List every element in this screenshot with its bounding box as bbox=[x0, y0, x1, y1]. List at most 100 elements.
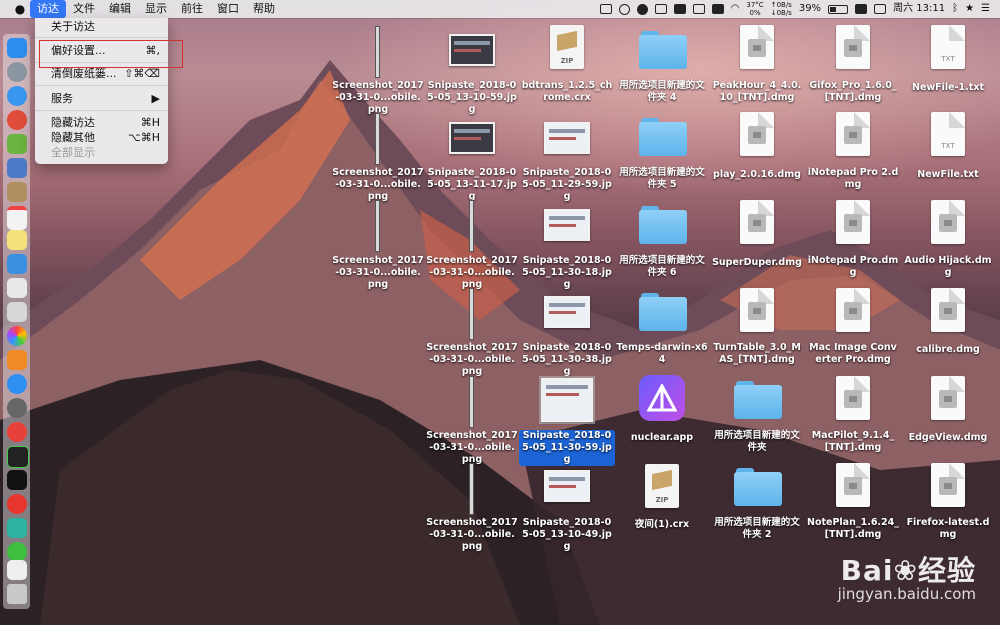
desktop-app[interactable]: nuclear.app bbox=[614, 430, 710, 444]
desktop-folder[interactable]: 用所选项目新建的文件夹 5 bbox=[614, 167, 710, 191]
system-preferences-icon[interactable] bbox=[7, 398, 27, 418]
desktop-file[interactable]: Screenshot_2017-03-31-0...obile.png bbox=[424, 342, 520, 378]
preview-icon[interactable] bbox=[7, 158, 27, 178]
bookmark-icon[interactable] bbox=[711, 4, 724, 14]
safari-icon[interactable] bbox=[7, 86, 27, 106]
desktop-folder[interactable]: 用所选项目新建的文件夹 2 bbox=[709, 517, 805, 541]
wechat-dock-icon[interactable] bbox=[7, 542, 27, 562]
document-icon[interactable] bbox=[7, 560, 27, 580]
desktop-file[interactable]: Screenshot_2017-03-31-0...obile.png bbox=[330, 255, 426, 291]
bluetooth-icon[interactable]: ᛒ bbox=[952, 0, 958, 18]
app-teal-icon[interactable] bbox=[7, 518, 27, 538]
wechat-icon[interactable] bbox=[654, 4, 667, 14]
desktop-file[interactable]: 夜间(1).crx bbox=[614, 517, 710, 531]
screenshot-icon[interactable] bbox=[692, 4, 705, 14]
notes-app-icon[interactable] bbox=[7, 182, 27, 202]
desktop-file[interactable]: Snipaste_2018-05-05_13-11-17.jpg bbox=[424, 167, 520, 203]
network-speed[interactable]: ↑0B/s ↓0B/s bbox=[771, 1, 792, 17]
search-app-icon[interactable] bbox=[7, 254, 27, 274]
activity-monitor-icon[interactable] bbox=[7, 446, 29, 468]
desktop-file[interactable]: MacPilot_9.1.4_[TNT].dmg bbox=[805, 430, 901, 454]
terminal-icon[interactable] bbox=[7, 470, 27, 490]
desktop-file[interactable]: EdgeView.dmg bbox=[900, 430, 996, 444]
desktop-file[interactable]: NotePlan_1.6.24_[TNT].dmg bbox=[805, 517, 901, 541]
folder-icon bbox=[734, 468, 782, 506]
desktop-file[interactable]: Screenshot_2017-03-31-0...obile.png bbox=[424, 255, 520, 291]
input-source-icon[interactable] bbox=[855, 4, 868, 14]
desktop-file[interactable]: calibre.dmg bbox=[900, 342, 996, 356]
calendar-icon[interactable] bbox=[7, 206, 27, 230]
desktop-file[interactable]: NewFile-1.txt bbox=[900, 80, 996, 94]
desktop-folder[interactable]: 用所选项目新建的文件夹 6 bbox=[614, 255, 710, 279]
desktop-file[interactable]: Snipaste_2018-05-05_11-29-59.jpg bbox=[519, 167, 615, 203]
flag-icon[interactable] bbox=[874, 4, 887, 14]
menu-window[interactable]: 窗口 bbox=[210, 0, 246, 18]
dock bbox=[3, 34, 30, 609]
display-icon[interactable] bbox=[599, 4, 612, 14]
desktop-file[interactable]: iNotepad Pro 2.dmg bbox=[805, 167, 901, 191]
photos-icon[interactable] bbox=[7, 326, 27, 346]
apple-menu-icon[interactable]: ● bbox=[10, 2, 30, 16]
screenshot-thumbnail-icon bbox=[469, 200, 474, 252]
desktop-file[interactable]: play_2.0.16.dmg bbox=[709, 167, 805, 181]
menu-hide-finder[interactable]: 隐藏访达 ⌘H bbox=[35, 115, 168, 131]
books-icon[interactable] bbox=[7, 350, 27, 370]
contacts-icon[interactable] bbox=[7, 278, 27, 298]
menu-about-finder[interactable]: 关于访达 bbox=[35, 19, 168, 35]
desktop-file[interactable]: TurnTable_3.0_MAS_[TNT].dmg bbox=[709, 342, 805, 366]
netease-music-icon[interactable] bbox=[7, 494, 27, 514]
desktop-file[interactable]: Snipaste_2018-05-05_13-10-49.jpg bbox=[519, 517, 615, 553]
paw-icon: ❀ bbox=[893, 554, 918, 587]
app-red-icon[interactable] bbox=[7, 110, 27, 130]
desktop-file[interactable]: Screenshot_2017-03-31-0...obile.png bbox=[424, 517, 520, 553]
menu-empty-trash[interactable]: 清倒废纸篓... ⇧⌘⌫ bbox=[35, 66, 168, 82]
desktop-file-selected[interactable]: Snipaste_2018-05-05_11-30-59.jpg bbox=[519, 430, 615, 466]
desktop-file[interactable]: Snipaste_2018-05-05_11-30-38.jpg bbox=[519, 342, 615, 378]
desktop-file[interactable]: Firefox-latest.dmg bbox=[900, 517, 996, 541]
menu-view[interactable]: 显示 bbox=[138, 0, 174, 18]
desktop-file[interactable]: Screenshot_2017-03-31-0...obile.png bbox=[330, 80, 426, 116]
image-thumbnail-icon bbox=[449, 122, 495, 154]
finder-icon[interactable] bbox=[7, 38, 27, 58]
desktop-file[interactable]: Screenshot_2017-03-31-0...obile.png bbox=[330, 167, 426, 203]
glasses-icon[interactable] bbox=[618, 3, 630, 15]
desktop-folder[interactable]: 用所选项目新建的文件夹 4 bbox=[614, 80, 710, 104]
app-store-icon[interactable] bbox=[7, 374, 27, 394]
baidu-jingyan-watermark: Bai❀经验 jingyan.baidu.com bbox=[837, 554, 976, 603]
maps-icon[interactable] bbox=[7, 302, 27, 322]
desktop-folder[interactable]: Temps-darwin-x64 bbox=[614, 342, 710, 366]
desktop-file[interactable]: Mac Image Converter Pro.dmg bbox=[805, 342, 901, 366]
menu-file[interactable]: 文件 bbox=[66, 0, 102, 18]
stickies-icon[interactable] bbox=[7, 230, 27, 250]
desktop-file[interactable]: NewFile.txt bbox=[900, 167, 996, 181]
desktop-file[interactable]: Audio Hijack.dmg bbox=[900, 255, 996, 279]
clock[interactable]: 周六 13:11 bbox=[893, 0, 945, 18]
desktop-file[interactable]: PeakHour_4_4.0.10_[TNT].dmg bbox=[709, 80, 805, 104]
image-thumbnail-icon bbox=[544, 296, 590, 328]
desktop-file[interactable]: SuperDuper.dmg bbox=[709, 255, 805, 269]
launchpad-icon[interactable] bbox=[7, 62, 27, 82]
menu-edit[interactable]: 编辑 bbox=[102, 0, 138, 18]
menu-finder[interactable]: 访达 bbox=[30, 0, 66, 18]
vivaldi-icon[interactable] bbox=[7, 422, 27, 442]
desktop-file[interactable]: iNotepad Pro.dmg bbox=[805, 255, 901, 279]
desktop-file[interactable]: bdtrans_1.2.5_chrome.crx bbox=[519, 80, 615, 104]
notification-center-icon[interactable]: ☰ bbox=[981, 0, 990, 18]
desktop-folder[interactable]: 用所选项目新建的文件夹 bbox=[709, 430, 805, 454]
battery-icon[interactable] bbox=[828, 4, 849, 14]
menu-services[interactable]: 服务 ▶ bbox=[35, 91, 168, 107]
desktop-file[interactable]: Gifox_Pro_1.6.0_[TNT].dmg bbox=[805, 80, 901, 104]
menu-help[interactable]: 帮助 bbox=[246, 0, 282, 18]
menu-hide-others[interactable]: 隐藏其他 ⌥⌘H bbox=[35, 130, 168, 146]
wifi-icon[interactable]: ◠ bbox=[731, 0, 740, 18]
trash-icon[interactable] bbox=[7, 584, 27, 604]
menu-go[interactable]: 前往 bbox=[174, 0, 210, 18]
router-icon[interactable] bbox=[673, 4, 686, 14]
desktop-file[interactable]: Screenshot_2017-03-31-0...obile.png bbox=[424, 430, 520, 466]
temperature-readout[interactable]: 37°C 0% bbox=[746, 1, 763, 17]
desktop-file[interactable]: Snipaste_2018-05-05_11-30-18.jpg bbox=[519, 255, 615, 291]
chat-icon[interactable] bbox=[636, 3, 648, 15]
android-icon[interactable] bbox=[7, 134, 27, 154]
star-icon[interactable]: ★ bbox=[965, 0, 974, 18]
desktop-file[interactable]: Snipaste_2018-05-05_13-10-59.jpg bbox=[424, 80, 520, 116]
